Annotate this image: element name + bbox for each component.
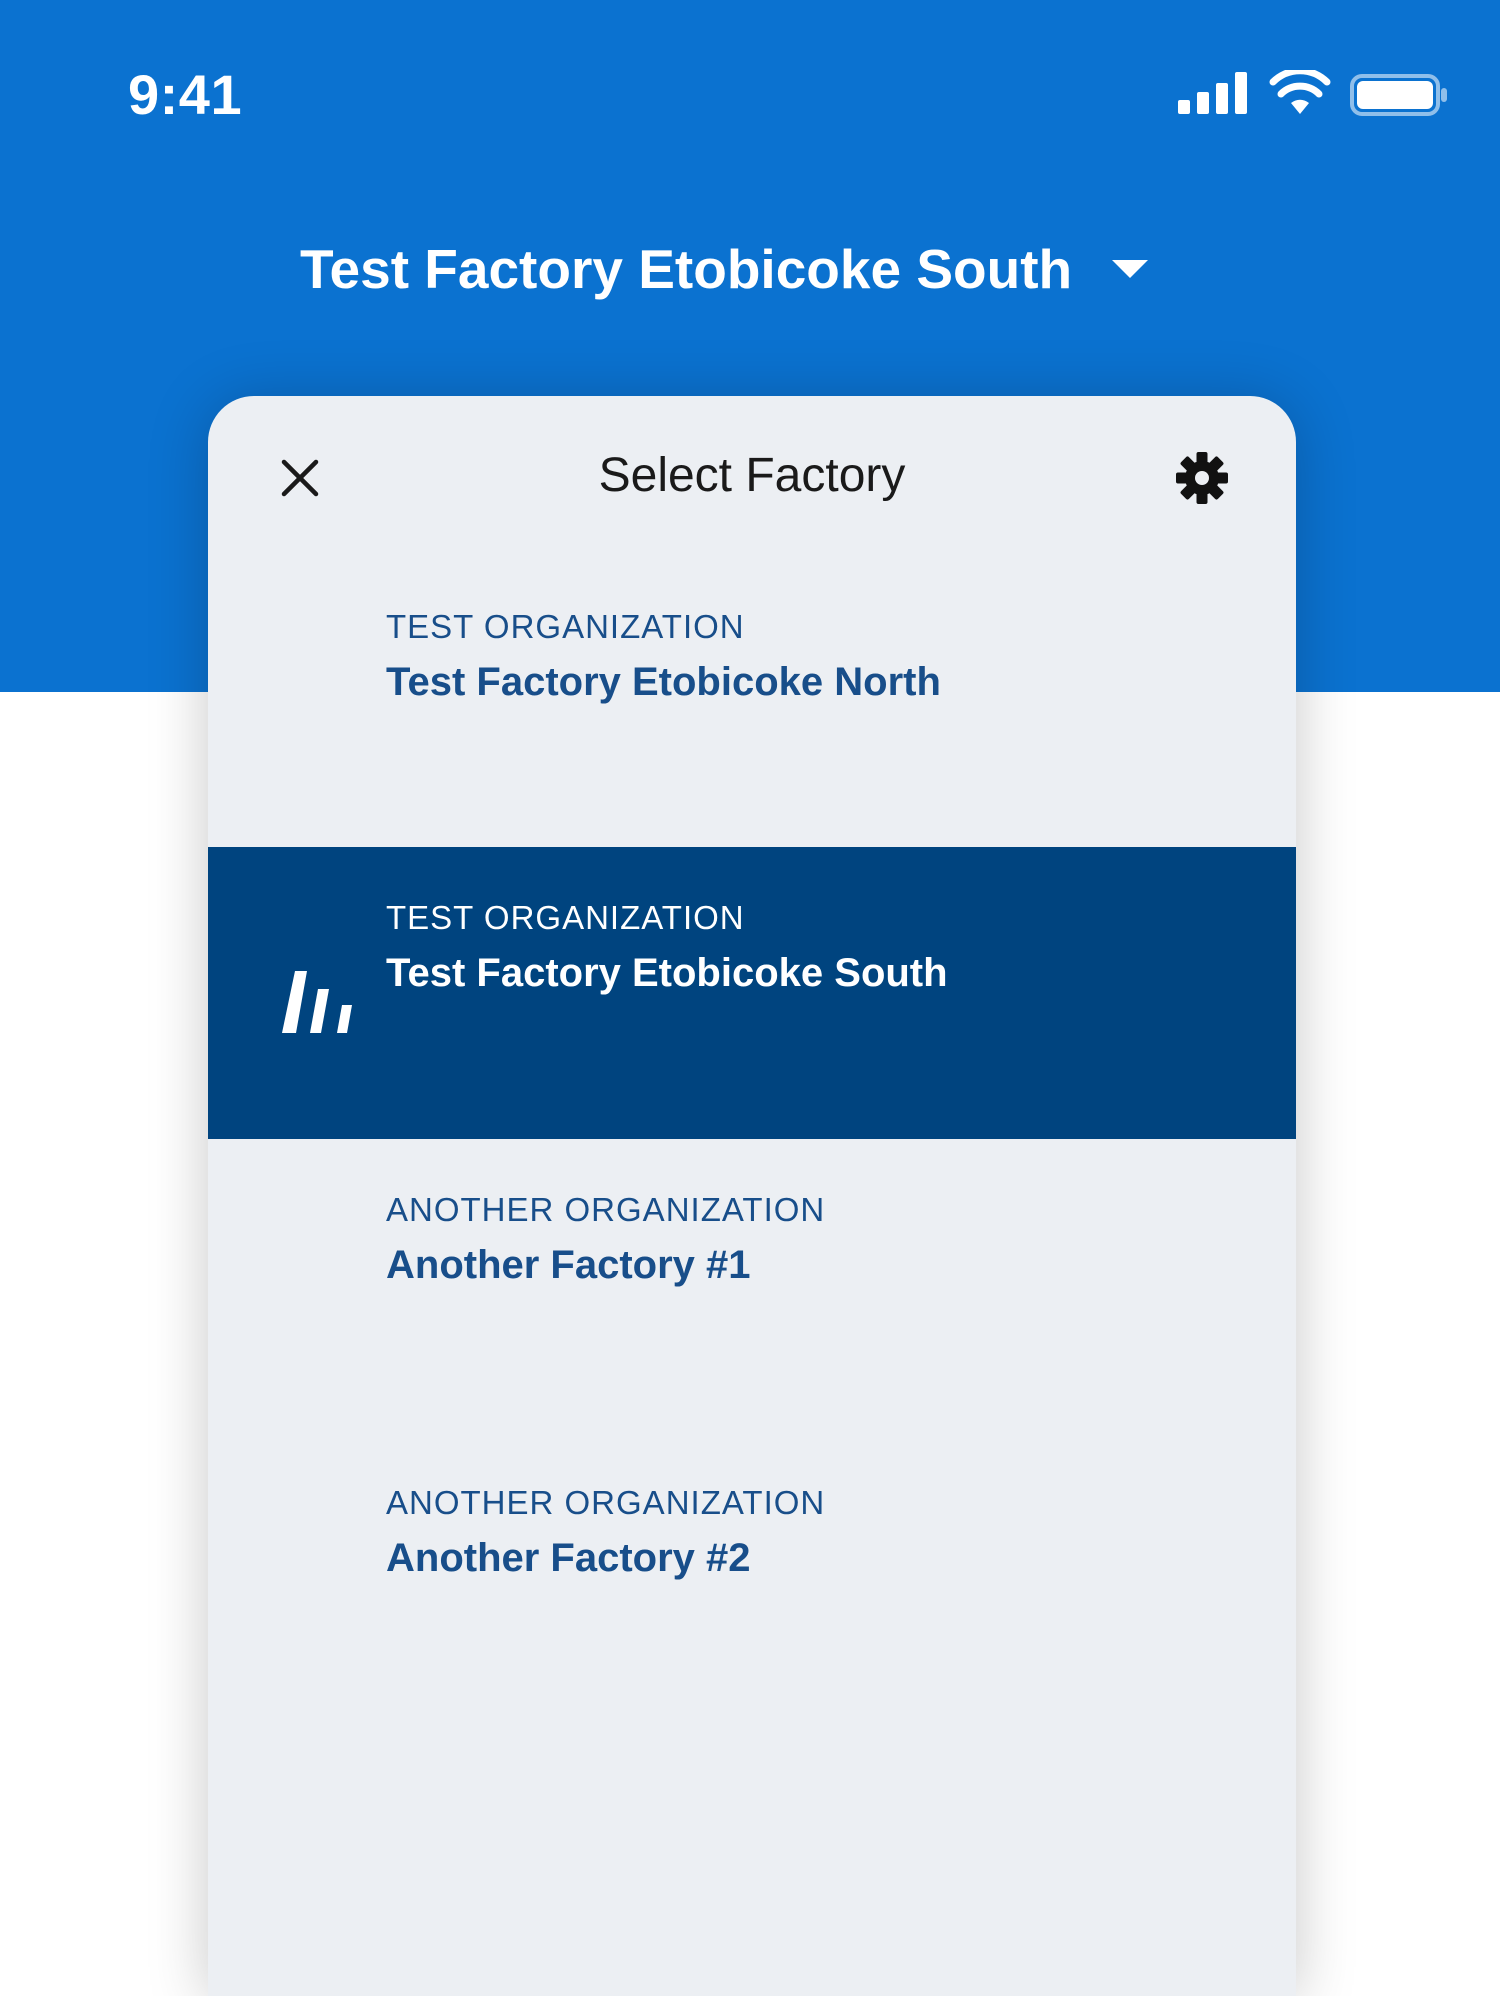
gear-icon bbox=[1176, 452, 1228, 504]
factory-list-item[interactable]: ANOTHER ORGANIZATION Another Factory #1 bbox=[208, 1139, 1296, 1431]
factory-list-item-selected[interactable]: TEST ORGANIZATION Test Factory Etobicoke… bbox=[208, 847, 1296, 1139]
factory-name: Test Factory Etobicoke South bbox=[386, 951, 948, 995]
factory-organization: TEST ORGANIZATION bbox=[386, 608, 745, 645]
factory-logo-icon bbox=[282, 971, 352, 1033]
settings-button[interactable] bbox=[1170, 446, 1234, 510]
sheet-header: Select Factory bbox=[208, 396, 1296, 556]
factory-switcher[interactable]: Test Factory Etobicoke South bbox=[300, 232, 1149, 306]
factory-name: Another Factory #2 bbox=[386, 1536, 751, 1580]
factory-organization: TEST ORGANIZATION bbox=[386, 899, 745, 936]
wifi-icon bbox=[1269, 70, 1331, 114]
battery-icon bbox=[1350, 74, 1447, 116]
factory-organization: ANOTHER ORGANIZATION bbox=[386, 1191, 826, 1228]
caret-down-icon bbox=[1112, 260, 1149, 278]
factory-name: Test Factory Etobicoke North bbox=[386, 660, 941, 704]
factory-name: Another Factory #1 bbox=[386, 1243, 751, 1287]
status-icons bbox=[1178, 70, 1448, 120]
factory-list-item[interactable]: ANOTHER ORGANIZATION Another Factory #2 bbox=[208, 1432, 1296, 1724]
select-factory-sheet: Select Factory TEST ORGANIZATION Test Fa… bbox=[208, 396, 1296, 1996]
sheet-title: Select Factory bbox=[598, 449, 906, 502]
factory-list-item[interactable]: TEST ORGANIZATION Test Factory Etobicoke… bbox=[208, 556, 1296, 848]
status-time: 9:41 bbox=[128, 63, 243, 126]
current-factory-label: Test Factory Etobicoke South bbox=[300, 238, 1073, 300]
factory-organization: ANOTHER ORGANIZATION bbox=[386, 1484, 826, 1521]
signal-icon bbox=[1178, 72, 1247, 114]
